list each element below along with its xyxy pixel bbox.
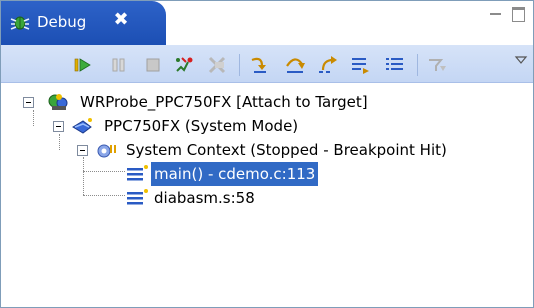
maximize-icon[interactable] — [511, 5, 527, 22]
terminate-icon[interactable] — [141, 54, 165, 76]
remove-terminated-icon[interactable] — [206, 54, 230, 76]
process-label: PPC750FX (System Mode) — [104, 117, 299, 135]
tab-debug[interactable]: Debug ✖ — [1, 1, 166, 45]
tree-row-thread[interactable]: System Context (Stopped - Breakpoint Hit… — [1, 138, 533, 162]
resume-icon[interactable] — [71, 54, 95, 76]
suspend-icon[interactable] — [107, 54, 131, 76]
step-return-icon[interactable] — [317, 54, 341, 76]
use-step-filters-icon[interactable] — [425, 54, 449, 76]
target-connection-icon — [48, 94, 68, 110]
instruction-stepping-icon[interactable] — [383, 54, 407, 76]
close-icon[interactable]: ✖ — [111, 9, 131, 31]
minimize-icon[interactable] — [488, 7, 504, 21]
drop-to-frame-icon[interactable] — [349, 54, 373, 76]
tree-row-frame[interactable]: diabasm.s:58 — [1, 186, 533, 210]
step-over-icon[interactable] — [283, 54, 307, 76]
thread-suspended-icon — [97, 144, 116, 158]
bug-icon — [10, 16, 30, 30]
debug-toolbar — [1, 45, 533, 83]
view-menu-icon[interactable] — [513, 51, 529, 64]
stack-frame-icon — [127, 189, 148, 205]
toolbar-separator — [239, 54, 240, 76]
frame-label-main: main() - cdemo.c:113 — [151, 162, 319, 186]
stack-frame-icon — [127, 165, 148, 181]
collapse-icon[interactable] — [23, 97, 34, 108]
collapse-icon[interactable] — [53, 121, 64, 132]
thread-label: System Context (Stopped - Breakpoint Hit… — [126, 141, 447, 159]
target-label: WRProbe_PPC750FX [Attach to Target] — [80, 93, 368, 111]
debug-view: Debug ✖ WRProbe_PPC750FX [Attach to Targ… — [0, 0, 534, 308]
debug-tree: WRProbe_PPC750FX [Attach to Target] PPC7… — [1, 84, 533, 307]
tab-title: Debug — [37, 13, 87, 31]
disconnect-icon[interactable] — [173, 54, 197, 76]
frame-label-diabasm: diabasm.s:58 — [154, 189, 255, 207]
view-header: Debug ✖ — [1, 1, 533, 45]
toolbar-separator — [417, 54, 418, 76]
collapse-icon[interactable] — [77, 145, 88, 156]
step-into-icon[interactable] — [248, 54, 272, 76]
tree-row-frame[interactable]: main() - cdemo.c:113 — [1, 162, 533, 186]
process-icon — [72, 118, 92, 134]
tree-row-process[interactable]: PPC750FX (System Mode) — [1, 114, 533, 138]
tree-row-target[interactable]: WRProbe_PPC750FX [Attach to Target] — [1, 90, 533, 114]
